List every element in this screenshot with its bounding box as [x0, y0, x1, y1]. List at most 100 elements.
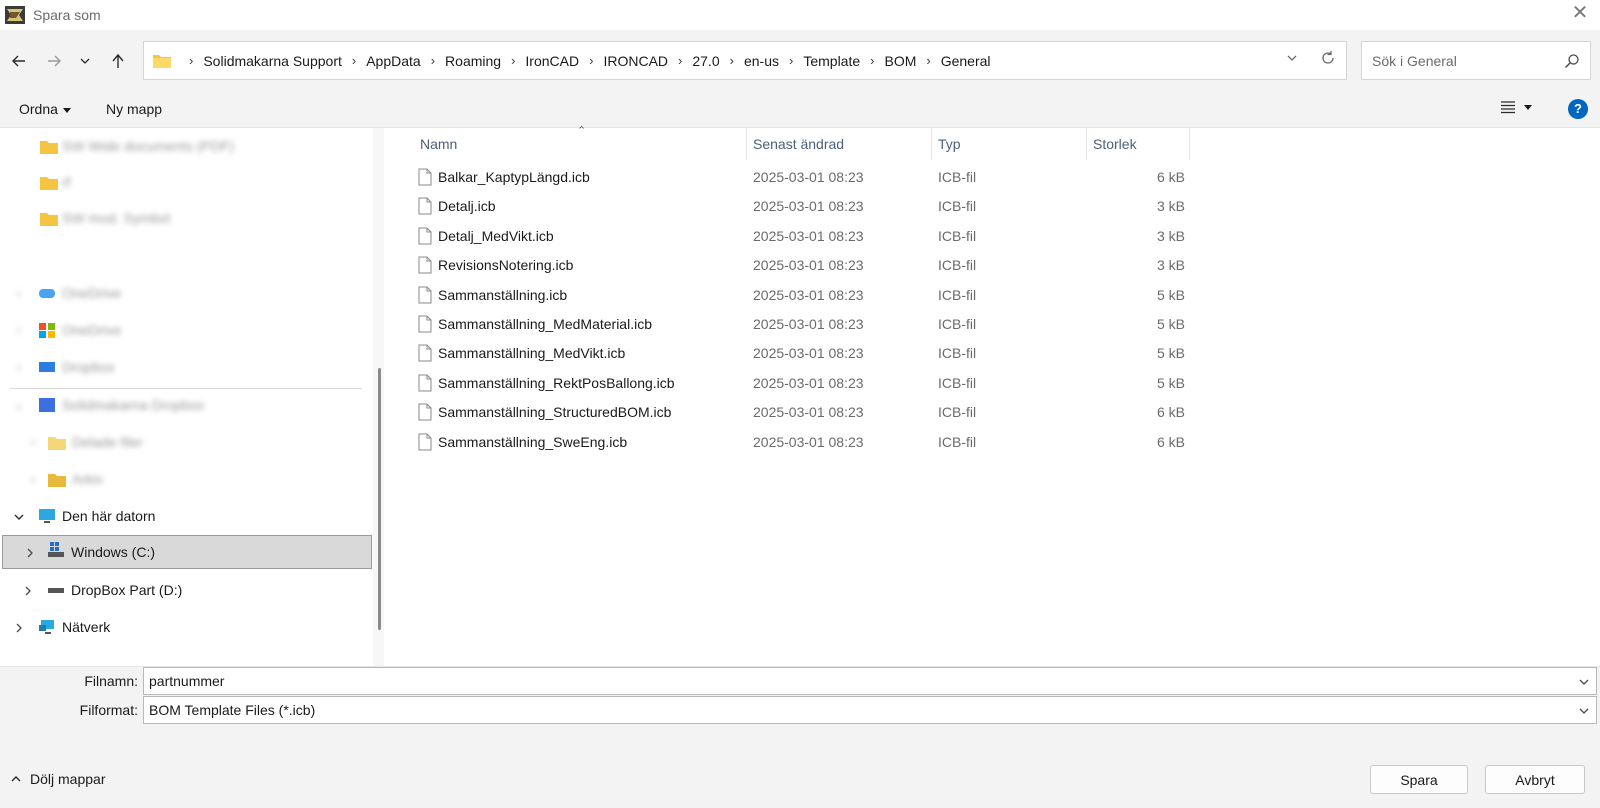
tree-item-label: rf	[62, 174, 71, 190]
breadcrumb-separator-icon[interactable]: ›	[789, 53, 793, 68]
search-icon[interactable]	[1564, 53, 1580, 69]
tree-item-label: Nätverk	[62, 619, 111, 635]
breadcrumb-item[interactable]: General	[941, 53, 991, 69]
dropbox-icon	[39, 398, 55, 412]
tree-item-cloud-4[interactable]: ⌄ Solidmakarna Dropbox	[0, 388, 372, 422]
search-box[interactable]	[1361, 41, 1591, 80]
tree-item-cloud-1[interactable]: › OneDrive	[0, 276, 372, 310]
file-row[interactable]: RevisionsNotering.icb 2025-03-01 08:23 ICB…	[390, 250, 1600, 280]
refresh-icon[interactable]	[1320, 50, 1336, 66]
chevron-down-icon[interactable]	[1578, 705, 1590, 717]
save-button[interactable]: Spara	[1370, 765, 1468, 794]
breadcrumb-item[interactable]: Template	[803, 53, 860, 69]
up-arrow-icon[interactable]	[105, 48, 131, 74]
hide-folders-button[interactable]: Dölj mappar	[10, 771, 105, 787]
file-icon	[418, 403, 432, 421]
column-header-modified[interactable]: Senast ändrad	[753, 128, 844, 160]
breadcrumb-separator-icon[interactable]: ›	[678, 53, 682, 68]
window-title: Spara som	[33, 7, 101, 23]
column-header-type[interactable]: Typ	[938, 128, 961, 160]
breadcrumb-separator-icon[interactable]: ›	[352, 53, 356, 68]
help-icon[interactable]: ?	[1568, 99, 1588, 119]
filename-combobox[interactable]	[143, 667, 1597, 695]
breadcrumb-item[interactable]: IronCAD	[525, 53, 579, 69]
breadcrumb-item[interactable]: IRONCAD	[603, 53, 668, 69]
file-row[interactable]: Sammanställning_StructuredBOM.icb 2025-03…	[390, 397, 1600, 427]
file-type: ICB-fil	[938, 169, 977, 185]
tree-item-drive-d[interactable]: DropBox Part (D:)	[0, 573, 372, 607]
tree-item-cloud-6[interactable]: › Arkiv	[0, 462, 372, 496]
file-name: Sammanställning_StructuredBOM.icb	[438, 404, 672, 421]
back-arrow-icon[interactable]	[6, 48, 32, 74]
windows-drive-icon	[48, 542, 64, 557]
file-row[interactable]: Detalj_MedVikt.icb 2025-03-01 08:23 ICB-fi…	[390, 221, 1600, 251]
file-row[interactable]: Sammanställning.icb 2025-03-01 08:23 ICB-f…	[390, 280, 1600, 310]
breadcrumb-separator-icon[interactable]: ›	[589, 53, 593, 68]
file-row[interactable]: Sammanställning_RektPosBallong.icb 2025-0…	[390, 368, 1600, 398]
chevron-down-icon[interactable]	[1578, 676, 1590, 688]
breadcrumb-separator-icon[interactable]: ›	[189, 53, 193, 68]
breadcrumb-separator-icon[interactable]: ›	[431, 53, 435, 68]
column-separator[interactable]	[746, 128, 747, 160]
column-header-size[interactable]: Storlek	[1093, 128, 1137, 160]
view-options-button[interactable]	[1500, 100, 1532, 114]
tree-item-cloud-3[interactable]: › Dropbox	[0, 350, 372, 384]
breadcrumb-separator-icon[interactable]: ›	[870, 53, 874, 68]
tree-item-quick-3[interactable]: SW mod. Symbol	[0, 201, 372, 235]
breadcrumb-item[interactable]: Roaming	[445, 53, 501, 69]
chevron-right-icon[interactable]: ›	[12, 323, 26, 337]
forward-arrow-icon[interactable]	[41, 48, 67, 74]
file-name: Sammanställning.icb	[438, 286, 568, 303]
file-row[interactable]: Sammanställning_SweEng.icb 2025-03-01 08:…	[390, 427, 1600, 457]
tree-item-drive-c[interactable]: Windows (C:)	[2, 535, 372, 569]
file-row[interactable]: Balkar_KaptypLängd.icb 2025-03-01 08:23 IC…	[390, 162, 1600, 192]
chevron-down-icon[interactable]	[12, 510, 26, 524]
tree-item-cloud-2[interactable]: › OneDrive	[0, 313, 372, 347]
chevron-right-icon[interactable]: ›	[12, 360, 26, 374]
close-icon[interactable]: ✕	[1570, 3, 1590, 24]
file-size: 3 kB	[1156, 198, 1185, 215]
column-separator[interactable]	[1189, 128, 1190, 160]
breadcrumb-separator-icon[interactable]: ›	[926, 53, 930, 68]
chevron-down-icon[interactable]: ⌄	[12, 398, 26, 412]
column-header-name[interactable]: Namn	[420, 128, 457, 160]
recent-locations-chevron-icon[interactable]	[72, 48, 98, 74]
cancel-button[interactable]: Avbryt	[1485, 765, 1585, 794]
navigation-pane[interactable]: SW Wide documents (PDF) rf SW mod. Symbo…	[0, 128, 384, 666]
new-folder-button[interactable]: Ny mapp	[106, 101, 162, 117]
tree-item-quick-2[interactable]: rf	[0, 165, 372, 199]
tree-item-this-pc[interactable]: Den här datorn	[0, 499, 372, 533]
scrollbar-thumb[interactable]	[378, 368, 381, 630]
organize-menu-button[interactable]: Ordna	[19, 101, 71, 117]
breadcrumb-item[interactable]: 27.0	[692, 53, 719, 69]
tree-item-label: OneDrive	[62, 285, 122, 301]
breadcrumb-item[interactable]: BOM	[884, 53, 916, 69]
file-row[interactable]: Detalj.icb 2025-03-01 08:23 ICB-fil 3 kB	[390, 191, 1600, 221]
breadcrumb-item[interactable]: AppData	[366, 53, 420, 69]
tree-item-cloud-5[interactable]: › Delade filer	[0, 425, 372, 459]
file-icon	[418, 315, 432, 333]
file-list[interactable]: ⌃ Namn Senast ändrad Typ Storlek Balkar_…	[390, 125, 1600, 666]
tree-item-network[interactable]: Nätverk	[0, 610, 372, 644]
chevron-right-icon[interactable]	[23, 546, 37, 560]
address-history-chevron-icon[interactable]	[1286, 52, 1298, 64]
tree-item-quick-1[interactable]: SW Wide documents (PDF)	[0, 129, 372, 163]
chevron-right-icon[interactable]: ›	[26, 472, 40, 486]
breadcrumb-separator-icon[interactable]: ›	[511, 53, 515, 68]
chevron-right-icon[interactable]	[12, 621, 26, 635]
column-separator[interactable]	[931, 128, 932, 160]
column-separator[interactable]	[1086, 128, 1087, 160]
breadcrumb-separator-icon[interactable]: ›	[730, 53, 734, 68]
file-modified: 2025-03-01 08:23	[753, 345, 864, 362]
breadcrumb-item[interactable]: en-us	[744, 53, 779, 69]
file-row[interactable]: Sammanställning_MedMaterial.icb 2025-03-0…	[390, 309, 1600, 339]
chevron-right-icon[interactable]: ›	[26, 435, 40, 449]
breadcrumb-item[interactable]: Solidmakarna Support	[203, 53, 342, 69]
chevron-right-icon[interactable]	[21, 584, 35, 598]
address-bar[interactable]: › Solidmakarna Support › AppData › Roaming › Ir…	[143, 41, 1347, 80]
file-row[interactable]: Sammanställning_MedVikt.icb 2025-03-01 08…	[390, 338, 1600, 368]
chevron-right-icon[interactable]: ›	[12, 286, 26, 300]
file-format-select[interactable]: BOM Template Files (*.icb)	[143, 696, 1597, 724]
filename-input[interactable]	[149, 673, 1529, 689]
search-input[interactable]	[1372, 52, 1552, 69]
